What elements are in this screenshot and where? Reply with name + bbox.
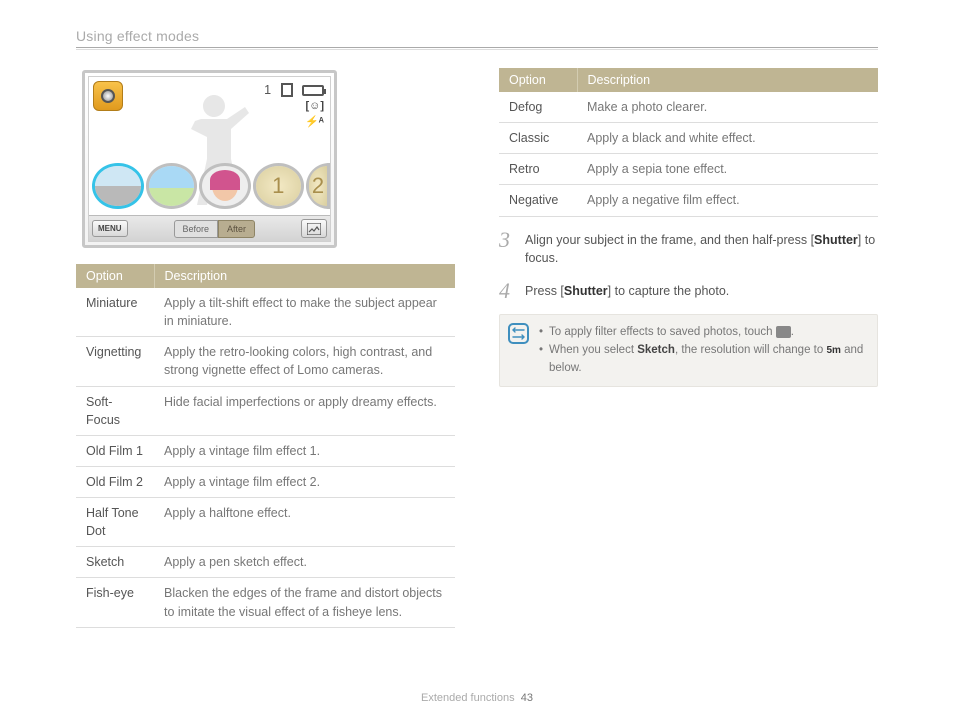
table-row: VignettingApply the retro-looking colors… xyxy=(76,337,455,386)
th-option: Option xyxy=(76,264,154,288)
table-row: RetroApply a sepia tone effect. xyxy=(499,154,878,185)
before-after-toggle[interactable]: BeforeAfter xyxy=(174,220,256,238)
note-box: To apply filter effects to saved photos,… xyxy=(499,314,878,387)
footer-section: Extended functions xyxy=(421,692,515,704)
table-row: SketchApply a pen sketch effect. xyxy=(76,547,455,578)
step-4: 4 Press [Shutter] to capture the photo. xyxy=(499,278,878,304)
table-row: ClassicApply a black and white effect. xyxy=(499,123,878,154)
table-row: Half Tone DotApply a halftone effect. xyxy=(76,498,455,547)
table-row: NegativeApply a negative film effect. xyxy=(499,185,878,216)
image-edit-icon xyxy=(776,326,791,338)
page-footer: Extended functions 43 xyxy=(0,692,954,704)
table-row: DefogMake a photo clearer. xyxy=(499,92,878,123)
thumb-portrait[interactable] xyxy=(199,163,251,209)
thumb-landscape[interactable] xyxy=(146,163,198,209)
effect-thumbnails: 1 2 xyxy=(89,163,330,209)
resolution-5m-icon: 5m xyxy=(826,343,840,358)
table-row: Old Film 1Apply a vintage film effect 1. xyxy=(76,435,455,466)
menu-button[interactable]: MENU xyxy=(92,220,128,237)
note-icon xyxy=(508,323,529,344)
step-3: 3 Align your subject in the frame, and t… xyxy=(499,227,878,269)
th-option: Option xyxy=(499,68,577,92)
page-number: 43 xyxy=(521,692,533,704)
step-number: 4 xyxy=(499,278,517,304)
image-edit-icon xyxy=(307,223,321,235)
before-tab[interactable]: Before xyxy=(174,220,219,238)
thumb-sepia-2[interactable]: 2 xyxy=(306,163,330,209)
page-header-title: Using effect modes xyxy=(76,28,878,44)
table-row: MiniatureApply a tilt-shift effect to ma… xyxy=(76,288,455,337)
note-line-1: To apply filter effects to saved photos,… xyxy=(539,324,869,341)
note-line-2: When you select Sketch, the resolution w… xyxy=(539,342,869,377)
sd-card-icon xyxy=(281,83,293,97)
header-rule xyxy=(76,47,878,48)
camera-screen: 1 [☺] ⚡ᴬ 1 2 MENU BeforeAft xyxy=(82,70,337,248)
step-number: 3 xyxy=(499,227,517,269)
mode-camera-icon xyxy=(93,81,123,111)
th-description: Description xyxy=(577,68,878,92)
effects-table-left: Option Description MiniatureApply a tilt… xyxy=(76,264,455,628)
th-description: Description xyxy=(154,264,455,288)
flash-auto-icon: ⚡ᴬ xyxy=(305,115,324,129)
edit-saved-button[interactable] xyxy=(301,219,327,238)
table-row: Old Film 2Apply a vintage film effect 2. xyxy=(76,466,455,497)
thumb-miniature[interactable] xyxy=(92,163,144,209)
thumb-sepia-1[interactable]: 1 xyxy=(253,163,305,209)
table-row: Fish-eyeBlacken the edges of the frame a… xyxy=(76,578,455,627)
after-tab[interactable]: After xyxy=(218,220,255,238)
battery-icon xyxy=(302,85,324,96)
face-detect-icon: [☺] xyxy=(305,99,324,113)
table-row: Soft-FocusHide facial imperfections or a… xyxy=(76,386,455,435)
status-cluster: 1 [☺] ⚡ᴬ xyxy=(264,83,324,131)
shot-count: 1 xyxy=(264,83,271,97)
effects-table-right: Option Description DefogMake a photo cle… xyxy=(499,68,878,217)
